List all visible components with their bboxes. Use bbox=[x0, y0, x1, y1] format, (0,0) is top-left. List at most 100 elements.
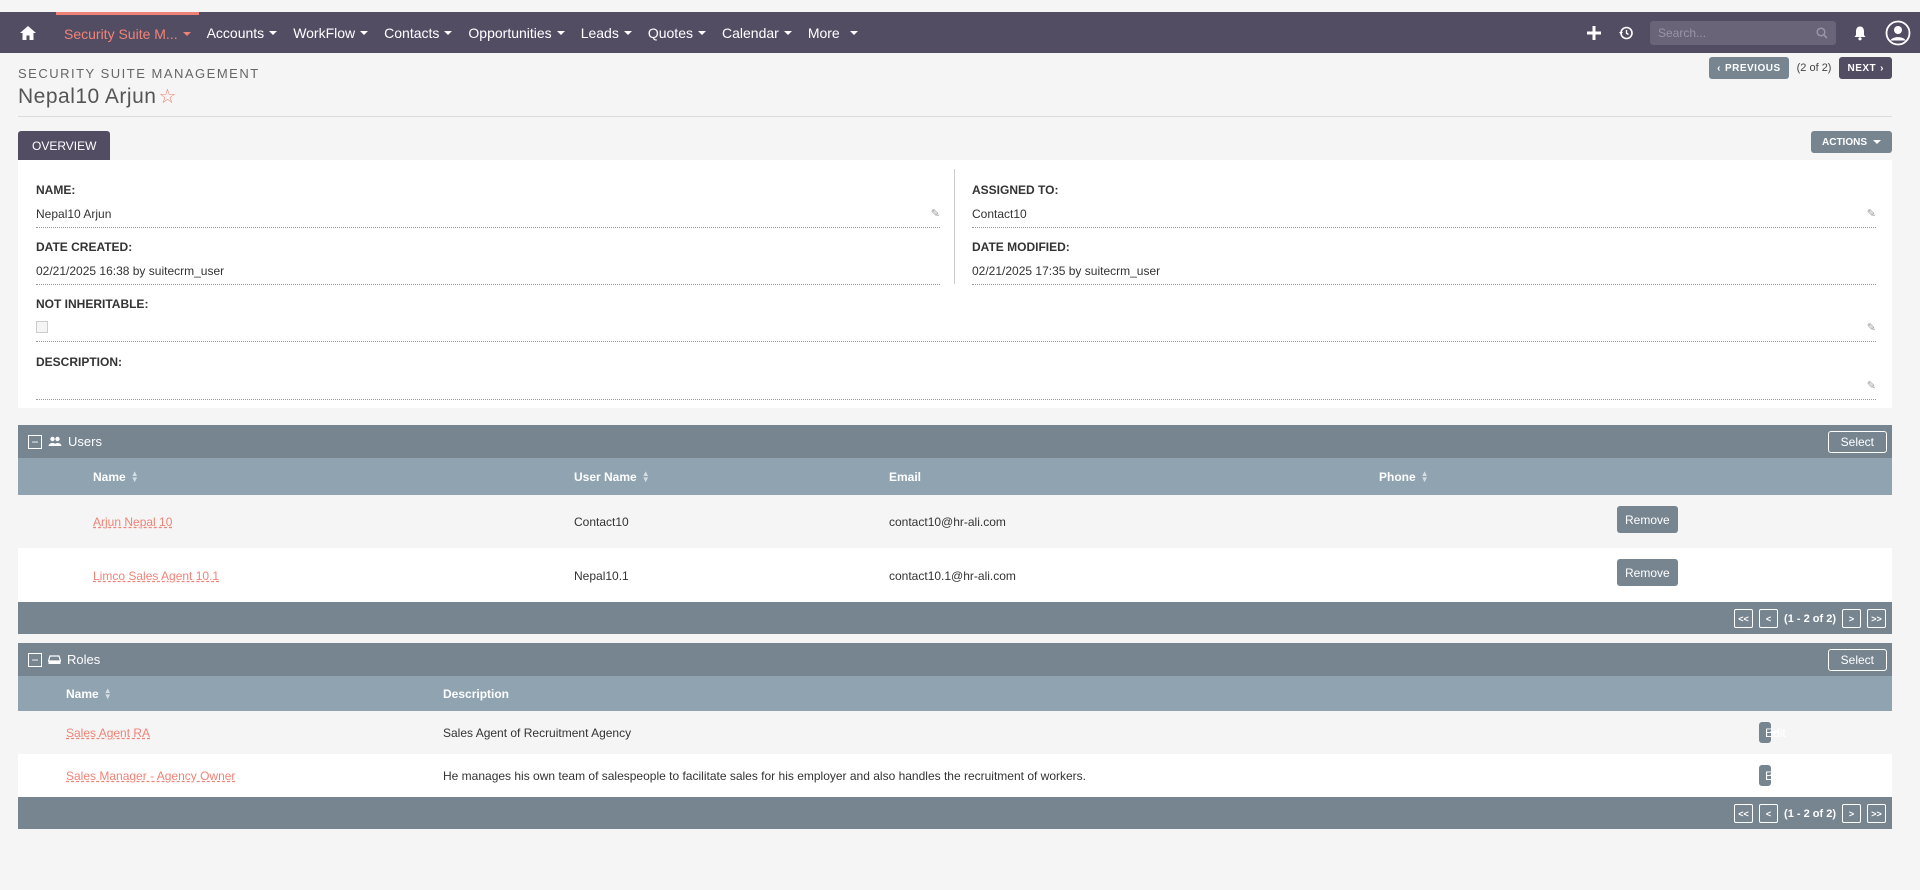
user-name-link[interactable]: Limco Sales Agent 10.1 bbox=[93, 569, 219, 583]
pencil-icon[interactable]: ✎ bbox=[1867, 207, 1876, 220]
chevron-down-icon bbox=[1770, 730, 1778, 735]
users-icon bbox=[48, 436, 62, 447]
field-assigned-to: ASSIGNED TO: Contact10 ✎ bbox=[972, 183, 1876, 233]
field-name: NAME: Nepal10 Arjun ✎ bbox=[36, 183, 940, 233]
chevron-right-icon: › bbox=[1880, 62, 1884, 74]
role-name-link[interactable]: Sales Agent RA bbox=[66, 726, 150, 740]
column-phone[interactable]: Phone ▲ ▼ bbox=[1379, 469, 1429, 485]
next-page-button[interactable]: > bbox=[1842, 609, 1861, 628]
nav-item-opportunities[interactable]: Opportunities bbox=[460, 12, 572, 53]
edit-button[interactable]: Edit bbox=[1759, 765, 1786, 786]
users-column-headers: Name ▲ ▼ User Name ▲ ▼ Email Phone ▲ ▼ bbox=[18, 458, 1892, 495]
chevron-down-icon bbox=[849, 30, 858, 35]
nav-item-accounts[interactable]: Accounts bbox=[199, 12, 286, 53]
users-select-button[interactable]: Select bbox=[1827, 431, 1887, 453]
nav-item-workflow[interactable]: WorkFlow bbox=[285, 12, 376, 53]
column-divider bbox=[954, 169, 955, 284]
roles-select-button[interactable]: Select bbox=[1827, 649, 1887, 671]
column-username[interactable]: User Name ▲ ▼ bbox=[574, 470, 650, 485]
column-name[interactable]: Name ▲ ▼ bbox=[66, 686, 112, 702]
not-inheritable-checkbox[interactable] bbox=[36, 321, 48, 333]
roles-icon bbox=[48, 654, 61, 665]
pencil-icon[interactable]: ✎ bbox=[931, 207, 940, 220]
actions-button[interactable]: ACTIONS bbox=[1811, 131, 1892, 153]
first-page-button[interactable]: << bbox=[1734, 609, 1754, 628]
table-row: Sales Agent RA Sales Agent of Recruitmen… bbox=[18, 711, 1892, 754]
chevron-down-icon bbox=[269, 30, 278, 35]
collapse-toggle[interactable]: − bbox=[28, 652, 42, 667]
nav-item-calendar[interactable]: Calendar bbox=[714, 12, 800, 53]
user-username: Contact10 bbox=[574, 515, 629, 529]
remove-button[interactable]: Remove bbox=[1617, 559, 1678, 586]
roles-column-headers: Name ▲ ▼ Description bbox=[18, 676, 1892, 711]
field-date-modified: DATE MODIFIED: 02/21/2025 17:35 by suite… bbox=[972, 240, 1876, 290]
users-subpanel: − Users Select Name ▲ ▼ User Name ▲ ▼ Email … bbox=[18, 425, 1892, 634]
subpanel-title: Users bbox=[68, 434, 102, 449]
prev-page-button[interactable]: < bbox=[1759, 609, 1779, 628]
column-email: Email bbox=[889, 470, 922, 484]
chevron-down-icon bbox=[623, 30, 632, 35]
edit-button[interactable]: Edit bbox=[1759, 722, 1786, 743]
favorite-star-icon[interactable]: ☆ bbox=[158, 84, 176, 109]
chevron-down-icon bbox=[360, 30, 369, 35]
last-page-button[interactable]: >> bbox=[1867, 804, 1886, 823]
chevron-down-icon bbox=[182, 32, 191, 36]
user-username: Nepal10.1 bbox=[574, 569, 629, 583]
chevron-down-icon bbox=[783, 30, 792, 35]
user-name-link[interactable]: Arjun Nepal 10 bbox=[93, 515, 172, 529]
search-input[interactable] bbox=[1658, 25, 1798, 40]
sort-icon: ▲ ▼ bbox=[103, 686, 112, 701]
prev-page-button[interactable]: < bbox=[1759, 804, 1779, 823]
nav-item-contacts[interactable]: Contacts bbox=[376, 12, 460, 53]
role-description: He manages his own team of salespeople t… bbox=[443, 769, 1086, 783]
sort-icon: ▲ ▼ bbox=[130, 469, 139, 484]
roles-pagination: << < (1 - 2 of 2) > >> bbox=[18, 797, 1892, 829]
sort-icon: ▲ ▼ bbox=[1420, 469, 1429, 484]
user-email: contact10@hr-ali.com bbox=[889, 515, 1006, 529]
role-description: Sales Agent of Recruitment Agency bbox=[443, 726, 632, 740]
search-icon[interactable] bbox=[1816, 26, 1828, 39]
previous-button[interactable]: ‹ PREVIOUS bbox=[1709, 57, 1789, 79]
record-pager: ‹ PREVIOUS (2 of 2) NEXT › bbox=[1709, 57, 1892, 79]
last-page-button[interactable]: >> bbox=[1867, 609, 1886, 628]
remove-button[interactable]: Remove bbox=[1617, 506, 1678, 533]
page-title: Nepal10 Arjun ☆ bbox=[18, 84, 177, 109]
table-row: Sales Manager - Agency Owner He manages … bbox=[18, 754, 1892, 797]
field-description: DESCRIPTION: ✎ bbox=[36, 355, 1876, 405]
nav-item-quotes[interactable]: Quotes bbox=[640, 12, 714, 53]
plus-icon[interactable] bbox=[1578, 12, 1610, 53]
pencil-icon[interactable]: ✎ bbox=[1867, 379, 1876, 392]
chevron-left-icon: ‹ bbox=[1717, 62, 1721, 74]
record-count: (2 of 2) bbox=[1796, 62, 1832, 74]
collapse-toggle[interactable]: − bbox=[28, 434, 42, 449]
table-row: Arjun Nepal 10 Contact10 contact10@hr-al… bbox=[18, 495, 1892, 548]
divider bbox=[18, 116, 1892, 117]
user-email: contact10.1@hr-ali.com bbox=[889, 569, 1016, 583]
tab-overview[interactable]: OVERVIEW bbox=[18, 131, 111, 160]
column-name[interactable]: Name ▲ ▼ bbox=[93, 469, 139, 485]
bell-icon[interactable] bbox=[1844, 12, 1876, 53]
column-description: Description bbox=[443, 687, 510, 701]
top-navigation: Security Suite M... Accounts WorkFlow Co… bbox=[0, 12, 1920, 53]
first-page-button[interactable]: << bbox=[1734, 804, 1754, 823]
chevron-down-icon bbox=[556, 30, 565, 35]
roles-subpanel: − Roles Select Name ▲ ▼ Description Sales … bbox=[18, 643, 1892, 829]
next-button[interactable]: NEXT › bbox=[1839, 57, 1892, 79]
search-box bbox=[1650, 20, 1836, 45]
role-name-link[interactable]: Sales Manager - Agency Owner bbox=[66, 769, 235, 783]
page-range: (1 - 2 of 2) bbox=[1784, 807, 1836, 820]
module-title: SECURITY SUITE MANAGEMENT bbox=[18, 66, 260, 81]
table-row: Limco Sales Agent 10.1 Nepal10.1 contact… bbox=[18, 548, 1892, 602]
chevron-down-icon bbox=[697, 30, 706, 35]
user-avatar-icon[interactable] bbox=[1876, 12, 1920, 53]
nav-item-security-suite[interactable]: Security Suite M... bbox=[56, 12, 199, 53]
next-page-button[interactable]: > bbox=[1842, 804, 1861, 823]
nav-item-leads[interactable]: Leads bbox=[573, 12, 640, 53]
pencil-icon[interactable]: ✎ bbox=[1867, 321, 1876, 334]
home-icon[interactable] bbox=[0, 12, 56, 53]
history-icon[interactable] bbox=[1610, 12, 1642, 53]
users-pagination: << < (1 - 2 of 2) > >> bbox=[18, 602, 1892, 634]
field-date-created: DATE CREATED: 02/21/2025 16:38 by suitec… bbox=[36, 240, 940, 290]
chevron-down-icon bbox=[1873, 140, 1881, 144]
nav-item-more[interactable]: More bbox=[800, 12, 866, 53]
